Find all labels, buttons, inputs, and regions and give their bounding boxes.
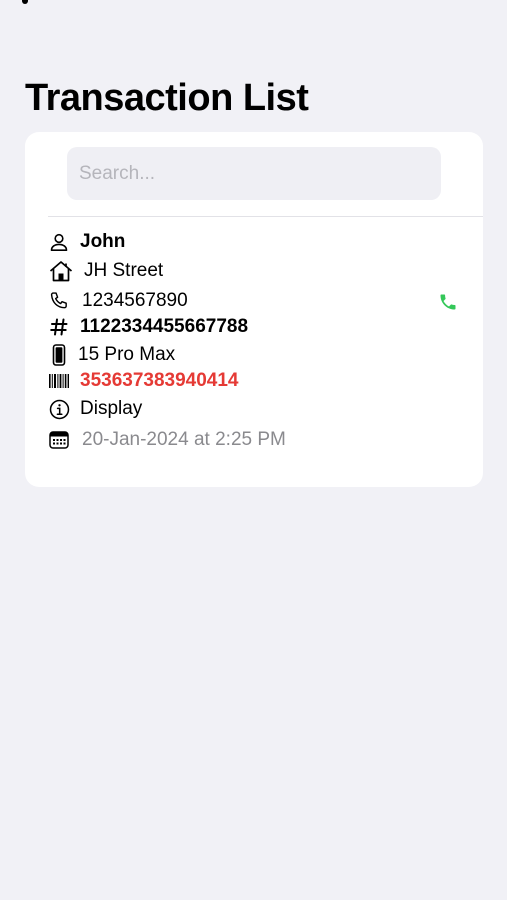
transaction-device-row: 15 Pro Max: [48, 344, 175, 366]
transaction-imei-row: 353637383940414: [48, 370, 239, 392]
house-icon: [48, 260, 74, 282]
repair-status: Display: [80, 398, 143, 419]
transaction-number: 1122334455667788: [80, 316, 249, 337]
transaction-card: John JH Street 1234567890: [25, 132, 483, 487]
search-input[interactable]: [67, 147, 441, 200]
call-button[interactable]: [436, 290, 460, 314]
person-icon: [48, 231, 70, 253]
customer-phone: 1234567890: [82, 290, 188, 311]
device-model: 15 Pro Max: [78, 344, 176, 365]
transaction-status-row: Display: [48, 398, 142, 420]
transaction-phone-row: 1234567890: [48, 290, 188, 312]
transaction-date-row: 20-Jan-2024 at 2:25 PM: [48, 429, 286, 451]
transaction-number-row: 1122334455667788: [48, 316, 248, 338]
iphone-icon: [48, 344, 70, 366]
divider: [48, 216, 483, 217]
device-imei: 353637383940414: [80, 370, 239, 391]
customer-street: JH Street: [84, 260, 164, 281]
calendar-icon: [48, 429, 70, 451]
customer-name: John: [80, 231, 126, 252]
hash-icon: [48, 316, 70, 338]
transaction-street-row: JH Street: [48, 260, 163, 282]
transaction-name-row[interactable]: John: [48, 231, 125, 253]
barcode-icon: [48, 370, 70, 392]
page-title: Transaction List: [25, 77, 309, 119]
transaction-date: 20-Jan-2024 at 2:25 PM: [82, 429, 286, 450]
call-icon: [438, 292, 458, 312]
info-icon: [48, 398, 70, 420]
status-bar-fragment: [22, 0, 28, 4]
phone-icon: [48, 290, 70, 312]
search-field[interactable]: [67, 147, 441, 200]
